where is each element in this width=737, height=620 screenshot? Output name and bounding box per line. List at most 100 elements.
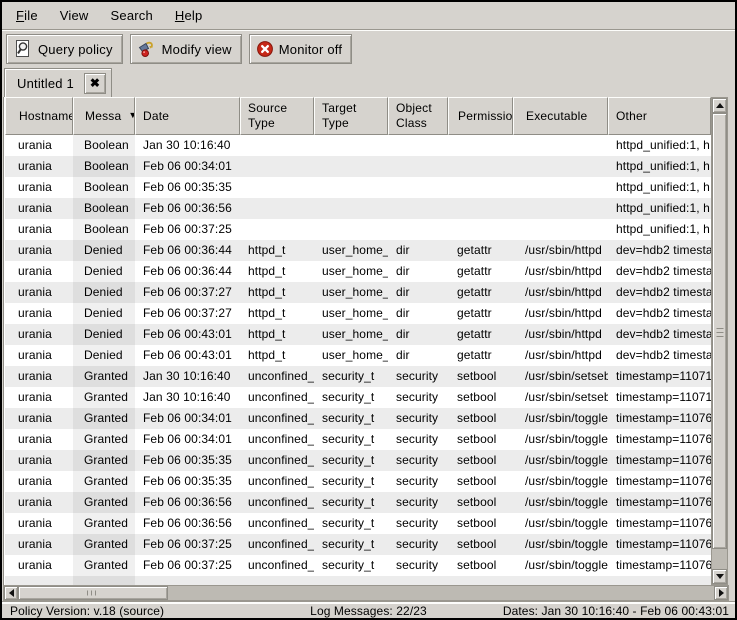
table-row[interactable]: uraniaGrantedFeb 06 00:34:01unconfined_s… [5, 408, 711, 429]
monitor-off-button[interactable]: Monitor off [249, 34, 352, 64]
cell-permission: setbool [448, 429, 513, 450]
cell-object-class [388, 177, 448, 198]
column-header-target-type[interactable]: Target Type [314, 97, 388, 135]
tab-label: Untitled 1 [17, 76, 74, 91]
table-row[interactable]: uraniaBooleanFeb 06 00:34:01httpd_unifie… [5, 156, 711, 177]
cell-target-type [314, 576, 388, 585]
cell-other: dev=hdb2 timesta [608, 240, 711, 261]
horizontal-scrollbar-thumb[interactable] [18, 586, 168, 600]
column-header-date[interactable]: Date [135, 97, 240, 135]
cell-executable: /usr/sbin/setseb [513, 366, 608, 387]
table-row[interactable]: uraniaGrantedFeb 06 00:35:35unconfined_s… [5, 450, 711, 471]
scroll-left-button[interactable] [4, 586, 18, 600]
log-table: HostnameMessa▼DateSource TypeTarget Type… [2, 97, 735, 603]
table-row[interactable]: uraniaBooleanFeb 06 00:36:56httpd_unifie… [5, 198, 711, 219]
cell-message: Granted [73, 387, 135, 408]
cell-target-type: user_home_ [314, 324, 388, 345]
cell-message: Denied [73, 240, 135, 261]
cell-hostname: urania [5, 366, 73, 387]
table-row[interactable]: uraniaGrantedFeb 06 00:37:25unconfined_s… [5, 555, 711, 576]
cell-target-type [314, 177, 388, 198]
table-row[interactable]: uraniaBooleanFeb 06 00:35:35httpd_unifie… [5, 177, 711, 198]
cell-message: Granted [73, 534, 135, 555]
cell-message: Granted [73, 471, 135, 492]
toolbar-button-label: Monitor off [279, 42, 342, 57]
cell-permission [448, 156, 513, 177]
cell-other: dev=hdb2 timesta [608, 282, 711, 303]
table-row[interactable]: uraniaDeniedFeb 06 00:43:01httpd_tuser_h… [5, 324, 711, 345]
table-row[interactable]: uraniaGrantedFeb 06 00:34:01unconfined_s… [5, 429, 711, 450]
column-header-executable[interactable]: Executable [513, 97, 608, 135]
table-row[interactable]: uraniaGrantedFeb 06 00:36:56unconfined_s… [5, 492, 711, 513]
cell-date: Feb 06 00:37:27 [135, 282, 240, 303]
tab-untitled-1[interactable]: Untitled 1 ✖ [4, 68, 112, 97]
cell-message: Granted [73, 555, 135, 576]
menu-view[interactable]: View [52, 5, 97, 26]
cell-message: Denied [73, 303, 135, 324]
table-row[interactable]: uraniaDeniedFeb 06 00:37:27httpd_tuser_h… [5, 303, 711, 324]
cell-date: Feb 06 00:36:44 [135, 261, 240, 282]
vertical-scrollbar-thumb[interactable] [712, 113, 727, 549]
scroll-up-button[interactable] [712, 98, 727, 113]
cell-other: timestamp=11076 [608, 471, 711, 492]
cell-other: timestamp=11076 [608, 450, 711, 471]
table-row[interactable]: uraniaBooleanJan 30 10:16:40httpd_unifie… [5, 135, 711, 156]
column-header-source-type[interactable]: Source Type [240, 97, 314, 135]
menu-file[interactable]: File [8, 5, 46, 26]
cell-date: Feb 06 00:35:35 [135, 450, 240, 471]
table-row[interactable]: uraniaBooleanFeb 06 00:37:25httpd_unifie… [5, 219, 711, 240]
table-row[interactable]: uraniaGrantedFeb 06 00:37:25unconfined_s… [5, 534, 711, 555]
cell-date: Feb 06 00:37:25 [135, 219, 240, 240]
scroll-down-button[interactable] [712, 569, 727, 584]
modify-view-button[interactable]: Modify view [130, 34, 242, 64]
cell-source-type [240, 135, 314, 156]
cell-source-type: unconfined_ [240, 471, 314, 492]
cell-permission: getattr [448, 240, 513, 261]
table-row[interactable]: uraniaGrantedJan 30 10:16:40unconfined_s… [5, 387, 711, 408]
column-header-other[interactable]: Other [608, 97, 711, 135]
menu-search[interactable]: Search [103, 5, 161, 26]
table-row[interactable]: uraniaDeniedFeb 06 00:36:44httpd_tuser_h… [5, 240, 711, 261]
cell-hostname: urania [5, 534, 73, 555]
tab-bar: Untitled 1 ✖ [2, 67, 735, 97]
cell-hostname: urania [5, 261, 73, 282]
menu-help[interactable]: Help [167, 5, 211, 26]
cell-source-type: httpd_t [240, 303, 314, 324]
column-header-permission[interactable]: Permission [448, 97, 513, 135]
column-header-object-class[interactable]: Object Class [388, 97, 448, 135]
tab-close-button[interactable]: ✖ [84, 73, 106, 94]
cell-source-type: unconfined_ [240, 555, 314, 576]
cell-object-class: security [388, 492, 448, 513]
table-row[interactable]: uraniaGrantedFeb 06 00:35:35unconfined_s… [5, 471, 711, 492]
cell-date: Feb 06 00:37:25 [135, 555, 240, 576]
table-row[interactable]: uraniaGrantedFeb 06 00:36:56unconfined_s… [5, 513, 711, 534]
cell-other: timestamp=11076 [608, 534, 711, 555]
table-row[interactable]: uraniaDeniedFeb 06 00:37:27httpd_tuser_h… [5, 282, 711, 303]
cell-source-type [240, 576, 314, 585]
cell-source-type: unconfined_ [240, 492, 314, 513]
cell-permission: setbool [448, 471, 513, 492]
cell-date: Feb 06 00:43:01 [135, 345, 240, 366]
column-header-label: Hostname [19, 109, 73, 124]
table-row[interactable]: uraniaDeniedFeb 06 00:36:44httpd_tuser_h… [5, 261, 711, 282]
column-header-hostname[interactable]: Hostname [5, 97, 73, 135]
table-row[interactable] [5, 576, 711, 585]
query-policy-button[interactable]: Query policy [6, 34, 123, 64]
cell-message: Boolean [73, 198, 135, 219]
vertical-scrollbar[interactable] [711, 97, 728, 585]
cell-executable [513, 198, 608, 219]
horizontal-scrollbar[interactable] [3, 585, 729, 601]
cell-permission [448, 219, 513, 240]
table-row[interactable]: uraniaGrantedJan 30 10:16:40unconfined_s… [5, 366, 711, 387]
cell-object-class: security [388, 408, 448, 429]
cell-date: Feb 06 00:35:35 [135, 177, 240, 198]
column-header-messa[interactable]: Messa▼ [73, 97, 135, 135]
cell-other: httpd_unified:1, h [608, 135, 711, 156]
cell-other: httpd_unified:1, h [608, 156, 711, 177]
cell-other: httpd_unified:1, h [608, 219, 711, 240]
table-row[interactable]: uraniaDeniedFeb 06 00:43:01httpd_tuser_h… [5, 345, 711, 366]
cell-object-class: dir [388, 345, 448, 366]
scroll-right-button[interactable] [714, 586, 728, 600]
cell-source-type [240, 219, 314, 240]
cell-object-class: security [388, 450, 448, 471]
